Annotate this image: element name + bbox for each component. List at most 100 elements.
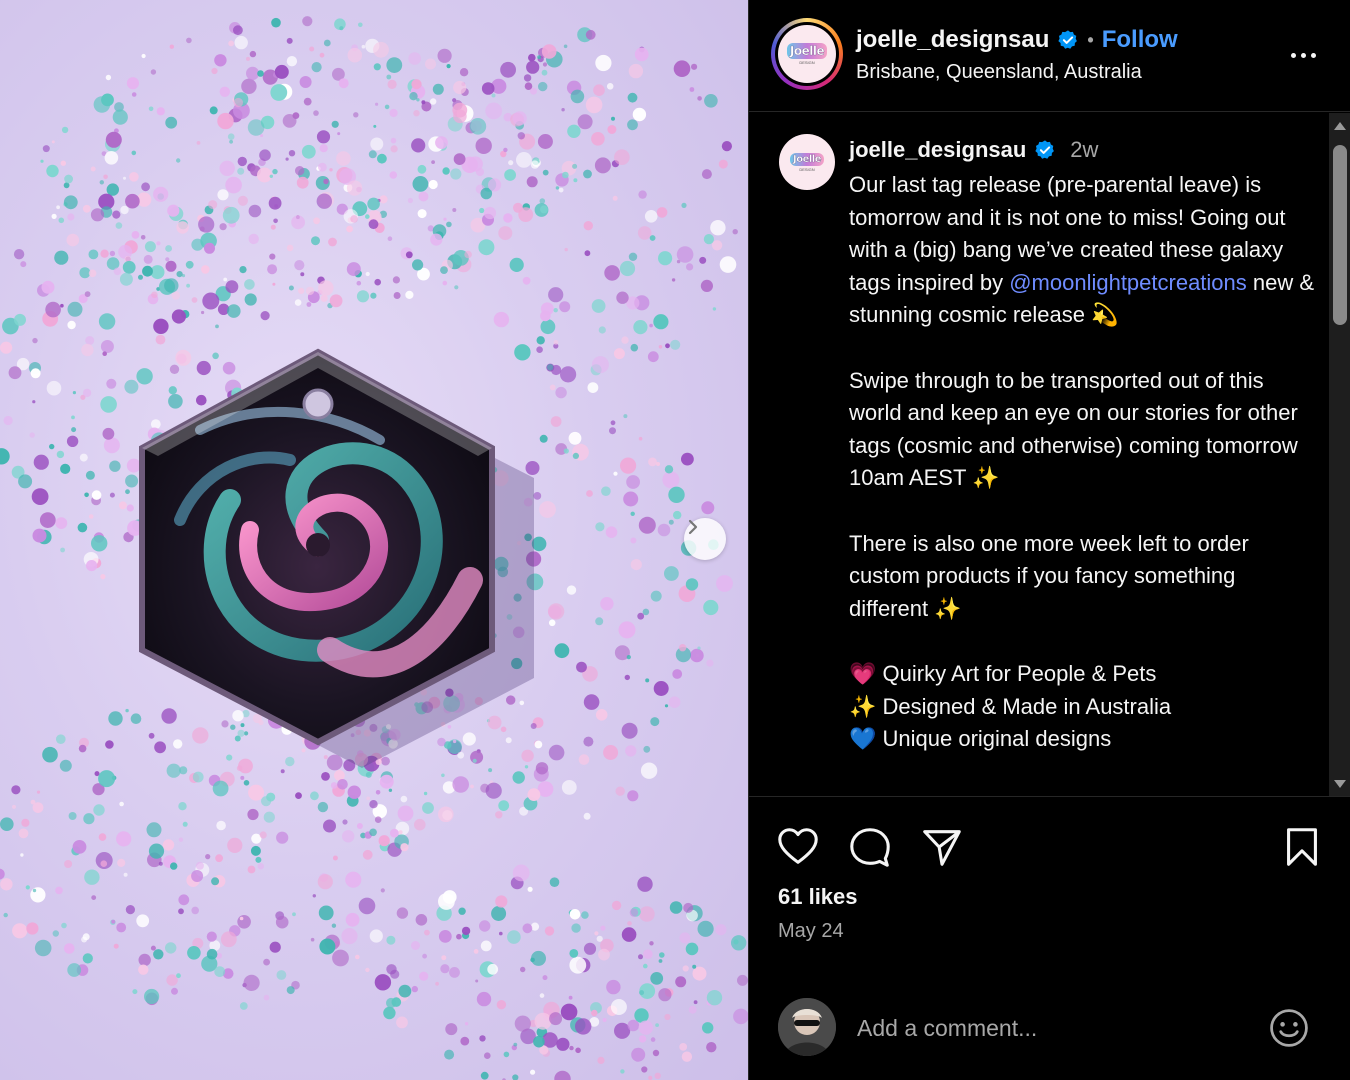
glitter-dot <box>390 137 397 144</box>
glitter-dot <box>151 291 158 299</box>
glitter-dot <box>320 294 328 302</box>
emoji-icon[interactable] <box>1267 1006 1311 1050</box>
caption-author-avatar[interactable]: Joelle DESIGN <box>779 134 835 190</box>
glitter-dot <box>164 278 179 293</box>
glitter-dot <box>383 1006 396 1020</box>
glitter-dot <box>606 979 621 995</box>
glitter-dot <box>67 301 83 317</box>
glitter-dot <box>447 725 452 729</box>
glitter-dot <box>417 209 427 219</box>
glitter-dot <box>178 894 190 906</box>
glitter-dot <box>643 963 648 969</box>
glitter-dot <box>533 1035 545 1048</box>
caption-scroll-area[interactable]: Joelle DESIGN joelle_designsau 2w Our la… <box>749 113 1350 797</box>
glitter-dot <box>386 74 392 80</box>
glitter-dot <box>564 247 568 252</box>
glitter-dot <box>209 106 218 115</box>
current-user-avatar[interactable] <box>778 998 836 1056</box>
glitter-dot <box>131 92 137 97</box>
glitter-dot <box>72 391 76 395</box>
glitter-dot <box>577 114 593 130</box>
glitter-dot <box>480 1071 489 1080</box>
author-username[interactable]: joelle_designsau <box>856 26 1049 54</box>
glitter-dot <box>217 112 234 130</box>
more-options-button[interactable] <box>1285 40 1321 70</box>
scroll-up-arrow-icon[interactable] <box>1334 122 1346 130</box>
post-date[interactable]: May 24 <box>778 920 844 943</box>
glitter-dot <box>358 22 363 28</box>
glitter-dot <box>221 720 229 728</box>
share-icon[interactable] <box>919 824 965 870</box>
scroll-down-arrow-icon[interactable] <box>1334 780 1346 788</box>
glitter-dot <box>178 837 184 842</box>
glitter-dot <box>476 991 492 1007</box>
glitter-dot <box>91 490 102 500</box>
glitter-dot <box>472 758 477 763</box>
post-image[interactable] <box>0 0 748 1080</box>
glitter-dot <box>206 948 218 960</box>
glitter-dot <box>493 311 510 328</box>
glitter-dot <box>629 908 639 917</box>
author-avatar[interactable]: Joelle DESIGN <box>771 18 843 90</box>
glitter-dot <box>56 734 66 744</box>
glitter-dot <box>452 739 457 744</box>
glitter-dot <box>129 172 139 182</box>
glitter-dot <box>699 256 707 264</box>
glitter-dot <box>634 47 649 62</box>
glitter-dot <box>64 860 73 868</box>
glitter-dot <box>317 801 329 813</box>
glitter-dot <box>548 744 565 761</box>
comment-icon[interactable] <box>847 824 893 870</box>
glitter-dot <box>46 164 59 178</box>
heart-icon[interactable] <box>775 824 821 870</box>
glitter-dot <box>86 560 98 572</box>
glitter-dot <box>443 217 447 221</box>
glitter-dot <box>84 291 91 297</box>
glitter-dot <box>216 820 226 831</box>
glitter-dot <box>243 974 260 992</box>
glitter-dot <box>303 97 312 106</box>
likes-count[interactable]: 61 likes <box>778 884 858 910</box>
glitter-dot <box>505 737 512 744</box>
glitter-dot <box>503 1051 510 1058</box>
glitter-dot <box>386 935 396 945</box>
follow-button[interactable]: Follow <box>1102 26 1178 54</box>
glitter-dot <box>240 723 245 728</box>
caption-username[interactable]: joelle_designsau <box>849 137 1026 163</box>
comment-input[interactable] <box>857 1008 1257 1048</box>
glitter-dot <box>11 785 21 795</box>
glitter-dot <box>641 1066 648 1073</box>
glitter-dot <box>153 318 169 334</box>
chevron-right-icon <box>688 519 698 535</box>
glitter-dot <box>618 621 636 639</box>
glitter-dot <box>91 895 97 900</box>
post-time-ago[interactable]: 2w <box>1070 137 1098 163</box>
caption-scrollbar[interactable] <box>1329 113 1350 796</box>
glitter-dot <box>563 44 568 49</box>
glitter-dot <box>82 388 92 398</box>
glitter-dot <box>214 54 227 67</box>
glitter-dot <box>692 964 697 969</box>
glitter-dot <box>165 942 177 954</box>
post-location[interactable]: Brisbane, Queensland, Australia <box>856 61 1142 84</box>
glitter-dot <box>126 458 141 473</box>
glitter-dot <box>512 111 527 126</box>
glitter-dot <box>230 724 236 730</box>
bookmark-icon[interactable] <box>1279 824 1325 870</box>
glitter-dot <box>366 796 371 801</box>
glitter-dot <box>306 302 312 307</box>
scroll-thumb[interactable] <box>1333 145 1347 325</box>
glitter-dot <box>112 109 128 125</box>
glitter-dot <box>648 1075 653 1080</box>
glitter-dot <box>541 69 548 76</box>
next-slide-button[interactable] <box>684 518 726 560</box>
glitter-dot <box>32 337 38 344</box>
glitter-dot <box>250 845 261 856</box>
glitter-dot <box>102 427 115 440</box>
glitter-dot <box>206 931 217 942</box>
glitter-dot <box>122 260 136 274</box>
glitter-dot <box>55 886 63 895</box>
glitter-dot <box>313 217 320 225</box>
glitter-dot <box>323 39 331 47</box>
mention-link[interactable]: @moonlightpetcreations <box>1009 270 1247 295</box>
